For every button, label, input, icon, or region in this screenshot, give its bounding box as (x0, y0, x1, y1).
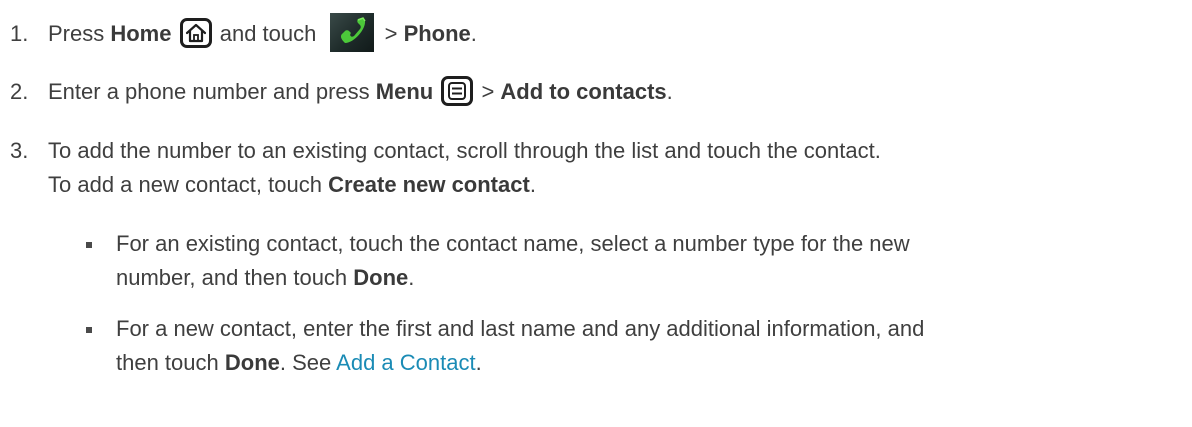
bullet-2: For a new contact, enter the first and l… (116, 316, 925, 341)
bullet-marker (86, 242, 92, 248)
step-1: 1. Press Home and touch > Phone. (0, 13, 477, 52)
bullet-1: For an existing contact, touch the conta… (116, 231, 910, 256)
bullet-1-continued: number, and then touch Done. (116, 265, 415, 290)
bullet-marker (86, 327, 92, 333)
menu-icon (441, 76, 474, 106)
home-icon (179, 18, 212, 48)
step-number: 3. (10, 138, 29, 163)
bullet-2-continued: then touch Done. See Add a Contact. (116, 350, 482, 375)
step-number: 2. (10, 79, 29, 104)
step-number: 1. (10, 21, 29, 46)
add-a-contact-link[interactable]: Add a Contact (336, 350, 475, 375)
step-2: 2. Enter a phone number and press Menu > … (0, 76, 673, 107)
step-3-continued: To add a new contact, touch Create new c… (48, 172, 536, 197)
step-3: 3. To add the number to an existing conta… (0, 136, 881, 166)
phone-app-icon (330, 13, 375, 52)
